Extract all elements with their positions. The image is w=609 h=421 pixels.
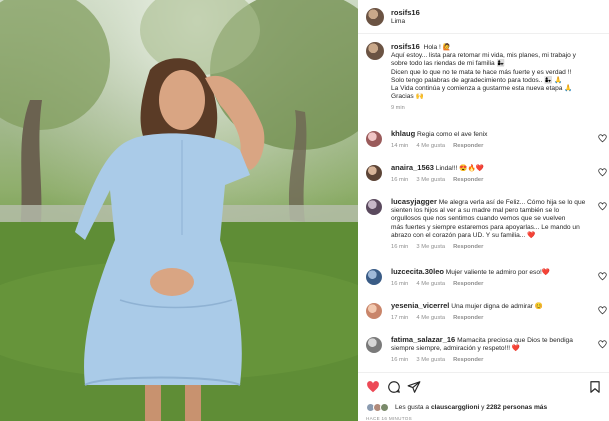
- caption-time[interactable]: 9 min: [391, 104, 606, 112]
- commenter-avatar[interactable]: [366, 303, 382, 319]
- post-detail-panel: rosifs16 Lima rosifs16 Hola ! 🙋 Aquí est…: [358, 0, 609, 421]
- comment-text: Linda!!! 😍🔥❤️: [435, 165, 484, 172]
- reply-button[interactable]: Responder: [453, 357, 483, 363]
- commenter-username[interactable]: fatima_salazar_16: [391, 335, 455, 344]
- comment-heart-icon[interactable]: [598, 306, 607, 315]
- comment-time[interactable]: 16 min: [391, 357, 408, 363]
- reply-button[interactable]: Responder: [453, 143, 483, 149]
- comment-heart-icon[interactable]: [598, 272, 607, 281]
- caption-line: Gracias 🙌: [391, 93, 424, 101]
- comment-text: Regia como el ave fenix: [417, 131, 488, 138]
- comment-likes[interactable]: 4 Me gusta: [416, 281, 445, 287]
- comment-likes[interactable]: 4 Me gusta: [416, 315, 445, 321]
- likes-prefix: Les gusta a: [395, 404, 430, 411]
- comment-text: Una mujer digna de admirar 😊: [451, 303, 544, 310]
- comment-text: orgullosos que nos sentimos cuando vemos…: [391, 215, 566, 223]
- likes-middle: y: [481, 404, 485, 411]
- share-icon[interactable]: [407, 380, 421, 394]
- commenter-avatar[interactable]: [366, 131, 382, 147]
- posted-ago[interactable]: HACE 16 MINUTOS: [366, 416, 412, 421]
- commenter-avatar[interactable]: [366, 199, 382, 215]
- author-username[interactable]: rosifs16: [391, 8, 420, 17]
- post-photo[interactable]: [0, 0, 358, 421]
- caption-line: sobre todo las riendas de mi familia 👩‍👧: [391, 60, 505, 68]
- reply-button[interactable]: Responder: [453, 315, 483, 321]
- comment-text: Me alegra verla así de Feliz... Cómo hij…: [438, 199, 586, 206]
- comment-time[interactable]: 14 min: [391, 143, 408, 149]
- comment-time[interactable]: 16 min: [391, 177, 408, 183]
- bookmark-icon[interactable]: [588, 380, 602, 394]
- commenter-avatar[interactable]: [366, 337, 382, 353]
- post-header: rosifs16 Lima: [358, 0, 609, 34]
- caption-text: rosifs16 Hola ! 🙋 Aquí estoy... lista pa…: [391, 42, 606, 113]
- commenter-username[interactable]: anaira_1563: [391, 163, 434, 172]
- comment-likes[interactable]: 3 Me gusta: [416, 177, 445, 183]
- comment-heart-icon[interactable]: [598, 168, 607, 177]
- comment-text: más fuertes y siempre estaremos para apo…: [391, 223, 580, 231]
- comment-text: abrazo con el corazón para UD. Y su fami…: [391, 231, 536, 239]
- caption-line: Solo tengo palabras de agradecimiento pa…: [391, 76, 563, 84]
- author-avatar[interactable]: [366, 8, 384, 26]
- caption-line: Hola ! 🙋: [423, 44, 451, 51]
- commenter-avatar[interactable]: [366, 269, 382, 285]
- comment-heart-icon[interactable]: [598, 340, 607, 349]
- comment-icon[interactable]: [387, 380, 401, 394]
- reply-button[interactable]: Responder: [453, 281, 483, 287]
- commenter-username[interactable]: khlaug: [391, 129, 415, 138]
- post-location[interactable]: Lima: [391, 18, 405, 25]
- caption-username[interactable]: rosifs16: [391, 42, 420, 51]
- commenter-username[interactable]: luzcecita.30leo: [391, 267, 444, 276]
- comment-time[interactable]: 16 min: [391, 244, 408, 250]
- caption-line: La Vida continúa y comienza a gustarme e…: [391, 85, 573, 93]
- liker-avatar: [380, 403, 389, 412]
- likes-count[interactable]: 2282 personas más: [486, 404, 547, 411]
- heart-icon[interactable]: [366, 380, 380, 394]
- liker-username[interactable]: clauscargglioni: [431, 404, 479, 411]
- reply-button[interactable]: Responder: [453, 244, 483, 250]
- comment-time[interactable]: 16 min: [391, 281, 408, 287]
- commenter-avatar[interactable]: [366, 165, 382, 181]
- comment-text: sienten los hijos al ver a su madre mal …: [391, 207, 560, 215]
- comment-text: Mujer valiente te admiro por eso!❤️: [445, 269, 551, 276]
- comment-heart-icon[interactable]: [598, 134, 607, 143]
- likes-text: Les gusta a clauscargglioni y 2282 perso…: [395, 404, 547, 411]
- comment-likes[interactable]: 3 Me gusta: [416, 357, 445, 363]
- comment-likes[interactable]: 3 Me gusta: [416, 244, 445, 250]
- liker-avatars: [366, 403, 390, 412]
- comment-text: Mamacita preciosa que Dios te bendiga: [457, 337, 573, 344]
- comment-text: siempre siempre, admiración y respeto!!!…: [391, 345, 521, 353]
- comment-likes[interactable]: 4 Me gusta: [416, 143, 445, 149]
- caption-avatar[interactable]: [366, 42, 384, 60]
- comment-heart-icon[interactable]: [598, 202, 607, 211]
- commenter-username[interactable]: yesenia_vicerrel: [391, 301, 449, 310]
- commenter-username[interactable]: lucasyjagger: [391, 197, 437, 206]
- comment-time[interactable]: 17 min: [391, 315, 408, 321]
- reply-button[interactable]: Responder: [453, 177, 483, 183]
- photo-illustration: [0, 0, 358, 421]
- action-bar: Les gusta a clauscargglioni y 2282 perso…: [358, 372, 609, 421]
- caption-line: Dicen que lo que no te mata te hace más …: [391, 68, 572, 76]
